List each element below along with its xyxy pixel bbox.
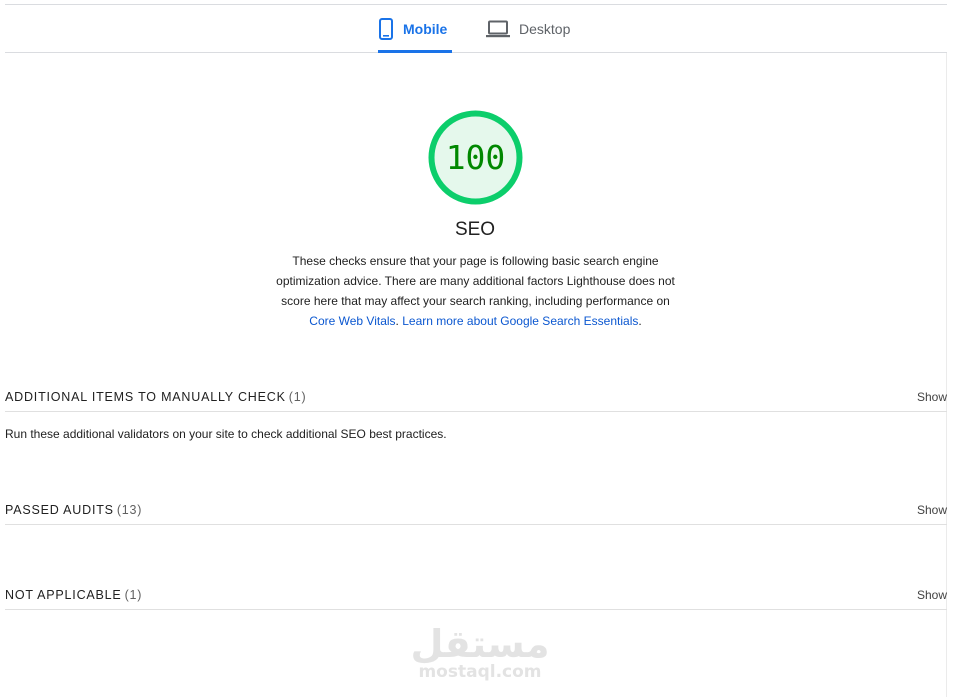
- device-tabs: Mobile Desktop: [5, 5, 947, 53]
- group-count: (1): [288, 390, 307, 404]
- category-title: SEO: [454, 219, 496, 240]
- show-toggle[interactable]: Show: [917, 502, 947, 518]
- group-title: ADDITIONAL ITEMS TO MANUALLY CHECK (1): [5, 389, 306, 405]
- manual-check-group: ADDITIONAL ITEMS TO MANUALLY CHECK (1) Sh…: [5, 389, 947, 412]
- manual-check-description: Run these additional validators on your …: [5, 427, 447, 441]
- group-title-text: ADDITIONAL ITEMS TO MANUALLY CHECK: [5, 390, 286, 404]
- category-description: These checks ensure that your page is fo…: [276, 254, 675, 328]
- not-applicable-group: NOT APPLICABLE (1) Show: [5, 587, 947, 610]
- group-title-text: PASSED AUDITS: [5, 503, 114, 517]
- watermark-arabic: مستقل: [410, 622, 550, 666]
- show-toggle[interactable]: Show: [917, 587, 947, 603]
- group-title: NOT APPLICABLE (1): [5, 587, 142, 603]
- score-gauge: 100: [427, 109, 524, 206]
- laptop-icon: [486, 20, 510, 38]
- mobile-phone-icon: [378, 17, 394, 40]
- show-toggle[interactable]: Show: [917, 389, 947, 405]
- learn-more-link[interactable]: Learn more about Google Search Essential…: [402, 314, 638, 328]
- score-value: 100: [445, 138, 506, 177]
- tab-desktop-label: Desktop: [519, 20, 571, 37]
- group-count: (1): [124, 588, 143, 602]
- group-count: (13): [116, 503, 143, 517]
- tab-mobile-label: Mobile: [403, 20, 448, 37]
- tab-mobile[interactable]: Mobile: [378, 5, 452, 53]
- group-title-text: NOT APPLICABLE: [5, 588, 122, 602]
- lighthouse-report: Mobile Desktop 100 SEO These checks ensu…: [0, 0, 957, 697]
- group-title: PASSED AUDITS (13): [5, 502, 142, 518]
- watermark-domain: mostaql.com: [418, 662, 542, 682]
- mostaql-watermark: مستقل mostaql.com: [410, 624, 550, 682]
- description-text: These checks ensure that your page is fo…: [276, 254, 675, 308]
- passed-audits-group: PASSED AUDITS (13) Show: [5, 502, 947, 525]
- core-web-vitals-link[interactable]: Core Web Vitals: [309, 314, 395, 328]
- active-tab-indicator: [378, 50, 452, 53]
- tab-desktop[interactable]: Desktop: [486, 5, 570, 52]
